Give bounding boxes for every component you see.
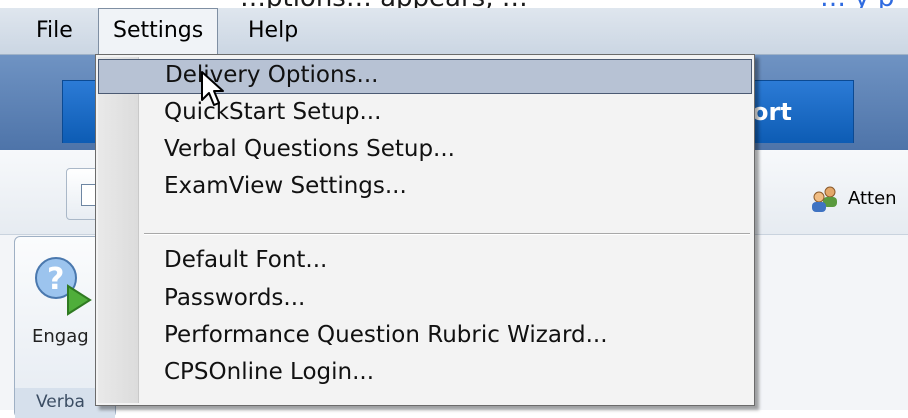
arrow-cursor-icon: [201, 71, 224, 106]
menu-bar: File Settings Help: [0, 8, 908, 55]
svg-text:?: ?: [47, 262, 64, 297]
menu-item-label: Passwords...: [164, 285, 306, 311]
menu-item-rubric-wizard[interactable]: Performance Question Rubric Wizard...: [98, 319, 752, 354]
menu-item-label: Delivery Options...: [165, 62, 379, 88]
group-label: Verba: [36, 392, 85, 412]
menu-item-verbal-questions-setup[interactable]: Verbal Questions Setup...: [98, 133, 752, 168]
attendance-label: Atten: [848, 188, 897, 209]
menu-item-quickstart-setup[interactable]: QuickStart Setup...: [98, 96, 752, 131]
menu-item-label: Performance Question Rubric Wizard...: [164, 322, 608, 348]
menu-help[interactable]: Help: [234, 8, 312, 54]
menu-item-label: QuickStart Setup...: [164, 99, 382, 125]
question-engage-icon[interactable]: ?: [28, 252, 98, 318]
menu-item-delivery-options[interactable]: Delivery Options...: [98, 59, 752, 94]
menu-separator: [144, 233, 750, 235]
menu-item-label: Verbal Questions Setup...: [164, 136, 455, 162]
attendance-people-icon: [812, 186, 837, 212]
menu-item-examview-settings[interactable]: ExamView Settings...: [98, 170, 752, 205]
caption-text: …ptions… appears, …: [240, 0, 528, 8]
caption-link[interactable]: … y p: [820, 0, 894, 8]
menu-item-passwords[interactable]: Passwords...: [98, 282, 752, 317]
menu-item-label: ExamView Settings...: [164, 173, 407, 199]
main-tab-label: ort: [752, 98, 792, 126]
menu-item-label: Default Font...: [164, 247, 328, 273]
menu-file[interactable]: File: [22, 8, 87, 54]
menu-settings[interactable]: Settings: [98, 8, 219, 55]
menu-item-cpsonline-login[interactable]: CPSOnline Login...: [98, 356, 752, 391]
settings-dropdown-menu: Delivery Options... QuickStart Setup... …: [95, 54, 755, 406]
page-caption: …ptions… appears, … … y p: [0, 0, 908, 8]
engage-label: Engag: [32, 326, 89, 347]
menu-item-label: CPSOnline Login...: [164, 359, 375, 385]
menu-item-default-font[interactable]: Default Font...: [98, 244, 752, 279]
